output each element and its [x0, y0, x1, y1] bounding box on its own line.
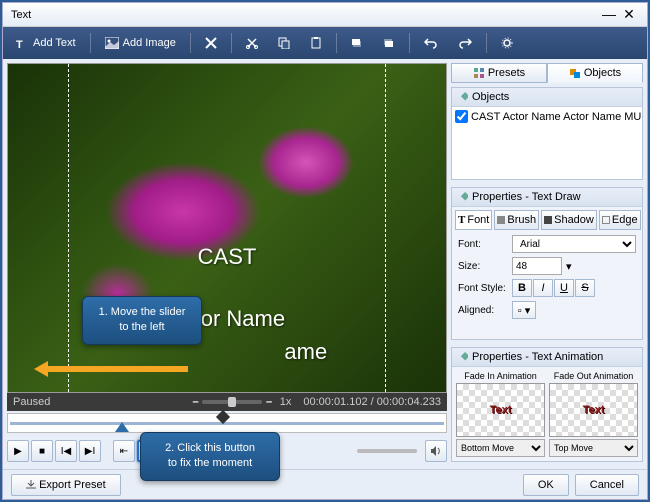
layer-up-button[interactable] [345, 34, 369, 52]
text-anim-panel: Properties - Text Animation Fade In Anim… [451, 347, 643, 462]
video-preview[interactable]: CAST Actor Name ame [7, 63, 447, 393]
strike-button[interactable]: S [575, 279, 595, 297]
copy-button[interactable] [272, 34, 296, 52]
play-button[interactable]: ▶ [7, 440, 29, 462]
layer-down-icon [383, 37, 395, 49]
overlay-text-3[interactable]: ame [284, 339, 327, 365]
fade-out-anim: Fade Out Animation Text Top Move [549, 371, 638, 457]
redo-button[interactable] [452, 34, 478, 52]
object-item[interactable]: CAST Actor Name Actor Name MUSIC Music b… [455, 110, 639, 123]
settings-button[interactable] [495, 34, 519, 52]
undo-button[interactable] [418, 34, 444, 52]
guide-right [385, 64, 386, 392]
ptab-edge[interactable]: Edge [599, 210, 641, 230]
text-icon: T [15, 36, 29, 50]
ptab-shadow[interactable]: Shadow [541, 210, 597, 230]
prev-frame-button[interactable]: I◀ [55, 440, 77, 462]
callout-2-pointer [115, 422, 129, 432]
add-image-button[interactable]: Add Image [99, 34, 182, 52]
paste-button[interactable] [304, 34, 328, 52]
scissors-icon [246, 37, 258, 49]
fade-in-select[interactable]: Bottom Move [456, 439, 545, 457]
ok-button[interactable]: OK [523, 474, 569, 496]
toolbar: T Add Text Add Image [3, 27, 647, 59]
window-title: Text [11, 9, 599, 21]
align-button[interactable]: ▫ ▾ [512, 301, 536, 319]
title-bar: Text — ✕ [3, 3, 647, 27]
ptab-font[interactable]: TFont [455, 210, 492, 230]
delete-button[interactable] [199, 34, 223, 52]
diamond-icon [458, 352, 468, 362]
cut-button[interactable] [240, 34, 264, 52]
diamond-icon [458, 192, 468, 202]
fade-out-select[interactable]: Top Move [549, 439, 638, 457]
objects-panel: Objects CAST Actor Name Actor Name MUSIC… [451, 87, 643, 180]
text-draw-panel: Properties - Text Draw TFont Brush Shado… [451, 187, 643, 340]
italic-button[interactable]: I [533, 279, 553, 297]
fade-out-preview[interactable]: Text [549, 383, 638, 437]
fade-in-anim: Fade In Animation Text Bottom Move [456, 371, 545, 457]
callout-2: 2. Click this button to fix the moment [140, 432, 280, 481]
x-icon [205, 37, 217, 49]
undo-icon [424, 37, 438, 49]
preview-image [8, 64, 446, 392]
close-button[interactable]: ✕ [619, 7, 639, 23]
guide-left [68, 64, 69, 392]
tab-presets[interactable]: Presets [451, 63, 547, 83]
arrow-annotation [34, 361, 188, 377]
stop-button[interactable]: ■ [31, 440, 53, 462]
paste-icon [310, 37, 322, 49]
footer: Export Preset OK Cancel [3, 469, 647, 499]
svg-text:T: T [16, 39, 23, 50]
presets-icon [473, 67, 485, 79]
timeline[interactable] [7, 413, 447, 433]
tab-objects[interactable]: Objects [547, 63, 643, 83]
font-select[interactable]: Arial [512, 235, 636, 253]
callout-1: 1. Move the slider to the left [82, 296, 202, 345]
speed-slider[interactable]: ━ ━ 1x [193, 396, 291, 408]
export-icon [26, 480, 36, 490]
redo-icon [458, 37, 472, 49]
copy-icon [278, 37, 290, 49]
gear-icon [501, 37, 513, 49]
objects-icon [569, 67, 581, 79]
layer-down-button[interactable] [377, 34, 401, 52]
status-bar: Paused ━ ━ 1x 00:00:01.102 / 00:00:04.23… [7, 393, 447, 411]
add-text-button[interactable]: T Add Text [9, 33, 82, 53]
next-frame-button[interactable]: ▶I [79, 440, 101, 462]
underline-button[interactable]: U [554, 279, 574, 297]
speaker-icon [430, 445, 442, 457]
size-input[interactable] [512, 257, 562, 275]
ptab-brush[interactable]: Brush [494, 210, 539, 230]
overlay-text-1[interactable]: CAST [198, 244, 257, 270]
export-preset-button[interactable]: Export Preset [11, 474, 121, 496]
image-icon [105, 37, 119, 49]
object-checkbox[interactable] [455, 110, 468, 123]
layer-up-icon [351, 37, 363, 49]
set-start-button[interactable]: ⇤ [113, 440, 135, 462]
volume-slider[interactable] [357, 449, 417, 453]
diamond-icon [458, 92, 468, 102]
bold-button[interactable]: B [512, 279, 532, 297]
playback-state: Paused [13, 396, 50, 408]
cancel-button[interactable]: Cancel [575, 474, 639, 496]
minimize-button[interactable]: — [599, 7, 619, 23]
volume-button[interactable] [425, 440, 447, 462]
fade-in-preview[interactable]: Text [456, 383, 545, 437]
